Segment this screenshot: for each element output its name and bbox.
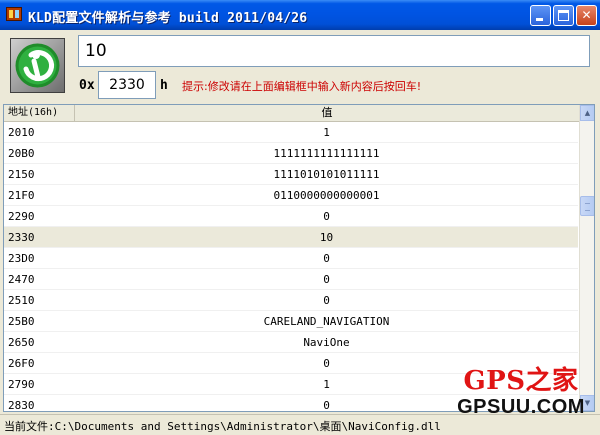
table-row[interactable]: 2330 10	[4, 227, 578, 248]
app-icon[interactable]	[6, 7, 22, 21]
list-header: 地址(16h) 值	[4, 105, 580, 122]
row-value: 1111111111111111	[273, 147, 380, 160]
row-address: 2330	[8, 231, 35, 244]
current-file-path: 当前文件:C:\Documents and Settings\Administr…	[4, 420, 441, 433]
column-header-value[interactable]: 值	[75, 105, 580, 121]
table-row[interactable]: 2150 1111010101011111	[4, 164, 578, 185]
row-address: 2470	[8, 273, 35, 286]
title-bar[interactable]: KLD配置文件解析与参考 build 2011/04/26 ✕	[0, 0, 600, 30]
logo-icon	[10, 38, 65, 93]
hint-text: 提示:修改请在上面编辑框中输入新内容后按回车!	[182, 80, 422, 93]
scroll-up-icon[interactable]: ▲	[580, 105, 594, 121]
table-row[interactable]: 20B0 1111111111111111	[4, 143, 578, 164]
table-row[interactable]: 2470 0	[4, 269, 578, 290]
value-input[interactable]	[78, 35, 590, 67]
hex-suffix-label: h	[160, 78, 168, 93]
row-address: 2150	[8, 168, 35, 181]
scrollbar-thumb[interactable]	[580, 196, 594, 216]
row-value: 0110000000000001	[273, 189, 380, 202]
watermark: GPS之家 GPSUU.COM	[446, 366, 596, 430]
watermark-brand: GPS之家	[463, 366, 579, 396]
column-header-address[interactable]: 地址(16h)	[4, 105, 75, 121]
row-address: 2290	[8, 210, 35, 223]
row-value: 0	[323, 252, 330, 265]
row-value: 10	[319, 231, 334, 244]
row-address: 2010	[8, 126, 35, 139]
close-button[interactable]: ✕	[576, 5, 597, 26]
row-value: CARELAND_NAVIGATION	[263, 315, 390, 328]
row-value: 0	[323, 294, 330, 307]
row-address: 21F0	[8, 189, 35, 202]
table-row[interactable]: 2290 0	[4, 206, 578, 227]
table-row[interactable]: 2510 0	[4, 290, 578, 311]
row-value: 0	[323, 210, 330, 223]
row-value: 1111010101011111	[273, 168, 380, 181]
table-row[interactable]: 2010 1	[4, 122, 578, 143]
row-address: 26F0	[8, 357, 35, 370]
hex-prefix-label: 0x	[79, 78, 95, 93]
maximize-button[interactable]	[553, 5, 574, 26]
row-address: 20B0	[8, 147, 35, 160]
minimize-button[interactable]	[530, 5, 551, 26]
row-value: 1	[323, 126, 330, 139]
close-icon: ✕	[581, 8, 592, 22]
table-row[interactable]: 2650 NaviOne	[4, 332, 578, 353]
window-title: KLD配置文件解析与参考 build 2011/04/26	[28, 11, 308, 26]
minimize-icon	[536, 18, 543, 21]
row-value: 0	[323, 273, 330, 286]
row-address: 2510	[8, 294, 35, 307]
address-input[interactable]	[98, 71, 156, 99]
logo-graphic	[15, 43, 60, 88]
row-address: 23D0	[8, 252, 35, 265]
row-address: 2650	[8, 336, 35, 349]
row-address: 2790	[8, 378, 35, 391]
watermark-domain: GPSUU.COM	[457, 396, 585, 418]
table-row[interactable]: 23D0 0	[4, 248, 578, 269]
table-row[interactable]: 25B0 CARELAND_NAVIGATION	[4, 311, 578, 332]
table-row[interactable]: 21F0 0110000000000001	[4, 185, 578, 206]
row-address: 25B0	[8, 315, 35, 328]
maximize-icon	[558, 10, 569, 21]
row-address: 2830	[8, 399, 35, 412]
row-value: NaviOne	[303, 336, 350, 349]
